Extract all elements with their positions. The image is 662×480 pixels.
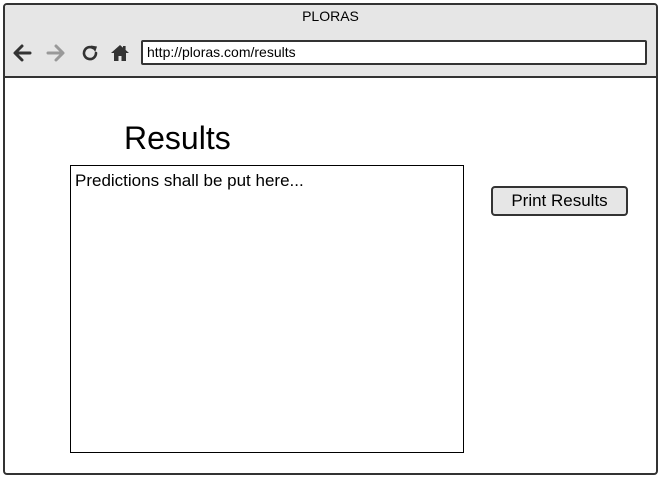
arrow-right-icon bbox=[46, 43, 66, 63]
print-results-button[interactable]: Print Results bbox=[491, 186, 628, 216]
results-text: Predictions shall be put here... bbox=[75, 171, 304, 190]
reload-button[interactable] bbox=[80, 43, 100, 63]
results-textarea[interactable]: Predictions shall be put here... bbox=[70, 165, 464, 453]
arrow-left-icon bbox=[12, 43, 32, 63]
back-button[interactable] bbox=[12, 43, 32, 63]
forward-button[interactable] bbox=[46, 43, 66, 63]
page-title: Results bbox=[124, 120, 231, 156]
address-bar[interactable]: http://ploras.com/results bbox=[141, 40, 647, 65]
browser-chrome: PLORAS http://ploras.com/results bbox=[5, 5, 656, 78]
window-title: PLORAS bbox=[302, 8, 359, 24]
home-icon bbox=[110, 43, 130, 63]
home-button[interactable] bbox=[110, 43, 130, 63]
browser-window: PLORAS http://ploras.com/results Results… bbox=[3, 3, 658, 475]
reload-icon bbox=[80, 43, 100, 63]
